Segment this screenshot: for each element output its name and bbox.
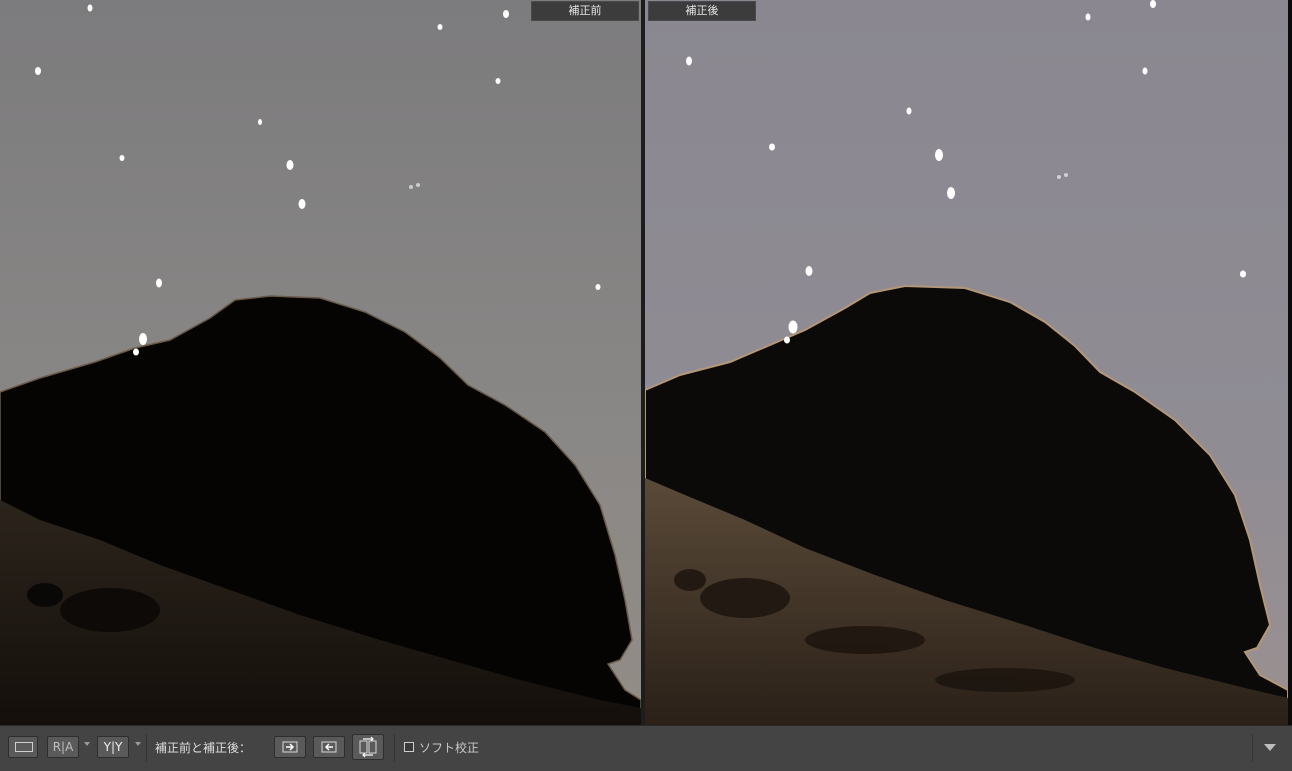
toolbar-separator: [394, 734, 395, 762]
before-after-left-right-button[interactable]: R|A: [47, 736, 79, 758]
copy-after-to-before-button[interactable]: [313, 736, 345, 758]
copy-before-to-after-button[interactable]: [274, 736, 306, 758]
chevron-down-icon[interactable]: [1264, 744, 1276, 751]
chevron-down-icon[interactable]: [135, 742, 141, 746]
before-after-top-bottom-button[interactable]: Y|Y: [97, 736, 129, 758]
soft-proof-label[interactable]: ソフト校正: [419, 739, 479, 756]
toolbar-separator: [1252, 734, 1253, 762]
loupe-view-icon: [15, 742, 33, 752]
compare-label: 補正前と補正後：: [155, 741, 252, 755]
before-photo: [0, 0, 641, 725]
compare-viewer: 補正前 補正後: [0, 0, 1292, 725]
swap-before-after-button[interactable]: [352, 734, 384, 760]
before-label: 補正前: [531, 1, 639, 21]
after-image-pane[interactable]: 補正後: [645, 0, 1288, 725]
arrow-left-icon: [321, 741, 337, 753]
after-photo: [645, 0, 1288, 725]
before-image-pane[interactable]: 補正前: [0, 0, 641, 725]
arrow-right-icon: [282, 741, 298, 753]
chevron-down-icon[interactable]: [84, 742, 90, 746]
swap-icon: [359, 736, 377, 758]
soft-proof-checkbox[interactable]: [404, 742, 414, 752]
loupe-view-button[interactable]: [8, 736, 38, 758]
after-label: 補正後: [648, 1, 756, 21]
toolbar-separator: [146, 734, 147, 762]
bottom-toolbar: R|A Y|Y 補正前と補正後： ソフト校正: [0, 725, 1292, 771]
